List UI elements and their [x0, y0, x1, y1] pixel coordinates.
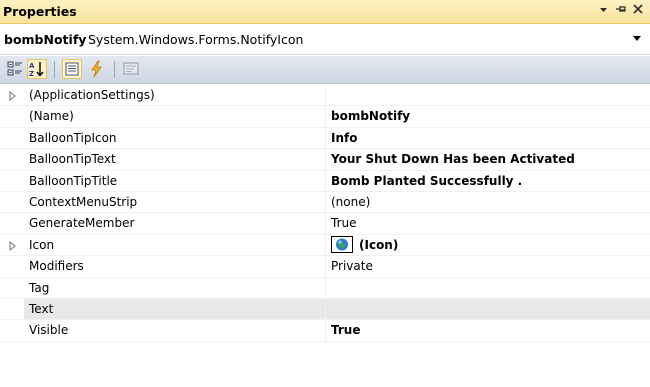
property-row[interactable]: (Name) bombNotify	[0, 106, 650, 128]
alphabetical-icon[interactable]: A Z	[27, 59, 47, 79]
pin-icon[interactable]	[614, 3, 628, 19]
events-icon[interactable]	[86, 59, 106, 79]
property-row[interactable]: Text	[0, 298, 650, 321]
property-name[interactable]: BalloonTipIcon	[24, 128, 325, 148]
property-row[interactable]: GenerateMember True	[0, 213, 650, 235]
row-gutter	[0, 298, 24, 320]
properties-icon[interactable]	[62, 59, 82, 79]
panel-title: Properties	[3, 4, 77, 19]
property-row[interactable]: (ApplicationSettings)	[0, 85, 650, 107]
property-name[interactable]: Icon	[24, 235, 325, 255]
chevron-down-icon[interactable]	[629, 32, 645, 48]
property-row[interactable]: Modifiers Private	[0, 256, 650, 278]
property-name[interactable]: (ApplicationSettings)	[24, 85, 325, 105]
property-value-text: (Icon)	[359, 237, 399, 252]
property-name[interactable]: BalloonTipText	[24, 149, 325, 169]
property-value[interactable]: Your Shut Down Has been Activated	[325, 149, 650, 170]
property-row[interactable]: Tag	[0, 277, 650, 299]
row-gutter	[0, 106, 24, 127]
property-value[interactable]: Private	[325, 256, 650, 277]
toolbar-separator	[54, 61, 55, 78]
svg-text:A: A	[29, 62, 35, 70]
row-gutter	[0, 127, 24, 149]
row-gutter	[0, 277, 24, 298]
object-name: bombNotify	[4, 32, 87, 47]
property-name[interactable]: Modifiers	[24, 256, 325, 276]
window-position-dropdown-icon[interactable]	[596, 3, 610, 19]
property-name[interactable]: Tag	[24, 278, 325, 298]
row-gutter	[0, 256, 24, 277]
property-row[interactable]: Visible True	[0, 320, 650, 342]
property-value[interactable]	[325, 298, 650, 320]
expand-triangle-icon[interactable]	[8, 240, 18, 251]
row-gutter	[0, 149, 24, 170]
property-value[interactable]: True	[325, 320, 650, 341]
property-name[interactable]: GenerateMember	[24, 213, 325, 233]
categorized-icon[interactable]	[5, 59, 25, 79]
object-type: System.Windows.Forms.NotifyIcon	[88, 32, 304, 47]
svg-text:Z: Z	[29, 70, 34, 78]
row-gutter	[0, 320, 24, 341]
expand-triangle-icon[interactable]	[8, 90, 18, 102]
property-grid: (ApplicationSettings) (Name) bombNotify Bal…	[0, 85, 650, 342]
property-row[interactable]: BalloonTipIcon Info	[0, 127, 650, 150]
property-name[interactable]: Text	[24, 298, 325, 320]
object-selector[interactable]: bombNotify System.Windows.Forms.NotifyIc…	[0, 24, 650, 55]
property-row[interactable]: ContextMenuStrip (none)	[0, 191, 650, 214]
property-row[interactable]: BalloonTipTitle Bomb Planted Successfully…	[0, 170, 650, 192]
property-value[interactable]	[325, 277, 650, 298]
property-name[interactable]: (Name)	[24, 106, 325, 126]
property-name[interactable]: BalloonTipTitle	[24, 171, 325, 191]
row-gutter	[0, 234, 24, 256]
property-value[interactable]: True	[325, 213, 650, 234]
property-value[interactable]: (Icon)	[325, 234, 650, 256]
property-value[interactable]	[325, 85, 650, 106]
property-value[interactable]: Bomb Planted Successfully .	[325, 170, 650, 191]
toolbar-separator	[114, 61, 115, 78]
property-name[interactable]: ContextMenuStrip	[24, 192, 325, 212]
properties-titlebar: Properties	[0, 0, 650, 24]
row-gutter	[0, 213, 24, 234]
globe-icon	[331, 235, 353, 253]
property-value[interactable]: (none)	[325, 191, 650, 213]
close-icon[interactable]	[631, 3, 645, 19]
property-row[interactable]: BalloonTipText Your Shut Down Has been Ac…	[0, 149, 650, 171]
properties-toolbar: A Z	[0, 56, 650, 84]
property-value[interactable]: Info	[325, 127, 650, 149]
property-row[interactable]: Icon (Icon)	[0, 234, 650, 257]
property-value[interactable]: bombNotify	[325, 106, 650, 127]
property-pages-icon[interactable]	[121, 59, 141, 79]
property-name[interactable]: Visible	[24, 320, 325, 340]
row-gutter	[0, 170, 24, 191]
row-gutter	[0, 191, 24, 213]
row-gutter	[0, 85, 24, 106]
